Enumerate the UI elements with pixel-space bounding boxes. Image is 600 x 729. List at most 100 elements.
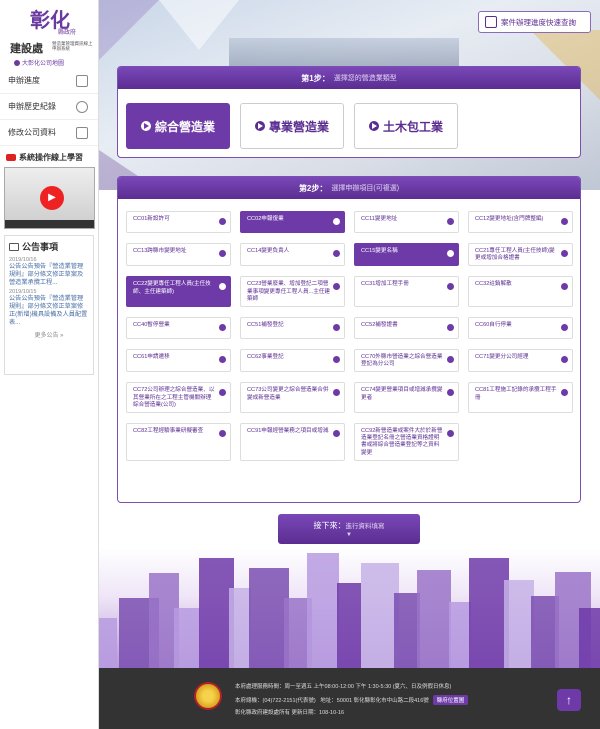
sidebar-item-history[interactable]: 申辦歷史紀錄 xyxy=(0,94,98,120)
check-icon xyxy=(447,356,454,364)
company-map-link[interactable]: 大彰化公司地圖 xyxy=(14,58,64,67)
logo-county: 縣政府 xyxy=(58,30,77,36)
building-icon xyxy=(76,126,88,139)
check-icon xyxy=(333,430,340,438)
county-emblem-icon xyxy=(194,682,222,710)
logo-subtitle: 營造業管理資訊線上申辦系統 xyxy=(52,41,93,51)
check-icon xyxy=(333,324,340,332)
building-shape xyxy=(337,583,361,668)
step1-panel: 第1步： 選擇您的營造業類型 綜合營造業 專業營造業 土木包工業 xyxy=(117,66,581,158)
service-option[interactable]: CC61申請遷移 xyxy=(126,349,231,373)
notice-panel: 公告事項 2019/10/16 公告公告預告『營造業管理規則』部分條文修正草案及… xyxy=(4,235,94,375)
type-civil-button[interactable]: 土木包工業 xyxy=(354,103,458,149)
sidebar-item-company[interactable]: 修改公司資料 xyxy=(0,120,98,146)
check-icon xyxy=(561,356,568,364)
youtube-icon xyxy=(6,154,16,161)
check-icon xyxy=(447,389,454,397)
footer-copyright: 彰化縣政府建設處所有 更新日期：108-10-16 xyxy=(235,710,345,716)
play-icon[interactable]: ▶ xyxy=(40,186,64,210)
step1-header: 第1步： 選擇您的營造業類型 xyxy=(118,67,580,89)
check-icon xyxy=(447,250,454,257)
building-shape xyxy=(504,580,534,668)
service-option[interactable]: CC70外縣市營造業之綜合營造業登記為分公司 xyxy=(354,349,459,373)
history-icon xyxy=(76,100,88,113)
service-option[interactable]: CC60自行停業 xyxy=(468,317,573,340)
building-shape xyxy=(417,570,451,668)
check-icon xyxy=(333,283,340,291)
building-shape xyxy=(174,608,200,668)
service-option[interactable]: CC14變更負責人 xyxy=(240,243,345,267)
service-option[interactable]: CC74變更營業項目或增減承攬變更者 xyxy=(354,382,459,414)
check-icon xyxy=(219,430,226,438)
building-shape xyxy=(249,568,289,668)
step2-panel: 第2步： 選擇申辦項目(可複選) CC01新設許可 CC02申報復業 CC11變更地址… xyxy=(117,176,581,503)
service-option[interactable]: CC31增加工程手冊 xyxy=(354,276,459,308)
check-icon xyxy=(219,389,226,397)
building-shape xyxy=(229,588,251,668)
megaphone-icon xyxy=(9,242,19,251)
building-shape xyxy=(99,618,117,668)
check-icon xyxy=(219,218,226,225)
type-general-button[interactable]: 綜合營造業 xyxy=(126,103,230,149)
service-option[interactable]: CC01新設許可 xyxy=(126,211,231,233)
building-shape xyxy=(307,553,339,668)
service-option[interactable]: CC62事業登記 xyxy=(240,349,345,373)
back-to-top-button[interactable]: ↑ xyxy=(557,689,581,711)
check-icon xyxy=(561,283,568,291)
service-option[interactable]: CC11變更地址 xyxy=(354,211,459,233)
service-option[interactable]: CC82工程經驗事業研擬審查 xyxy=(126,423,231,461)
quick-progress-search-button[interactable]: 案件辦理進度快速查詢 xyxy=(478,11,591,33)
service-option[interactable]: CC51補發登記 xyxy=(240,317,345,340)
check-icon xyxy=(219,283,226,291)
service-option[interactable]: CC92新營造業或案件大於於新營造業登記名冊之營造業資格證明書或將綜合營造業登記… xyxy=(354,423,459,461)
service-option[interactable]: CC23營業廢業、增加登記二項營業事項變更專任工程人員...主任建築師 xyxy=(240,276,345,308)
check-icon xyxy=(333,389,340,397)
check-icon xyxy=(333,250,340,257)
notice-link[interactable]: 公告公告預告『營造業管理規則』部分條文修正草案修正(新增)機具設備及人員配置表.… xyxy=(9,295,89,327)
step2-header: 第2步： 選擇申辦項目(可複選) xyxy=(118,177,580,199)
play-circle-icon xyxy=(254,121,265,131)
notice-link[interactable]: 公告公告預告『營造業管理規則』部分條文修正草案及營造業承攬工程... xyxy=(9,263,89,287)
service-grid: CC01新設許可 CC02申報復業 CC11變更地址 CC12變更地址(含門牌整編) C… xyxy=(118,199,580,471)
tutorial-video[interactable]: ▶ xyxy=(4,167,95,229)
service-option[interactable]: CC32註銷解散 xyxy=(468,276,573,308)
check-icon xyxy=(561,250,568,257)
sidebar: 彰化 縣政府 建設處 營造業管理資訊線上申辦系統 大彰化公司地圖 申辦進度 申辦… xyxy=(0,0,99,729)
check-icon xyxy=(447,324,454,332)
check-icon xyxy=(561,389,568,397)
service-option[interactable]: CC81工程施工記錄的承攬工程手冊 xyxy=(468,382,573,414)
building-shape xyxy=(579,608,600,668)
check-icon xyxy=(219,324,226,332)
check-icon xyxy=(447,218,454,225)
service-option[interactable]: CC21專任工程人員(主任技師)變更或增加合格證書 xyxy=(468,243,573,267)
copy-icon xyxy=(76,74,88,87)
service-option[interactable]: CC52補發證書 xyxy=(354,317,459,340)
check-icon xyxy=(447,430,454,438)
next-step-button[interactable]: 接下來：進行資料填寫 ▼ xyxy=(278,514,420,544)
service-option[interactable]: CC12變更地址(含門牌整編) xyxy=(468,211,573,233)
site-logo[interactable]: 彰化 縣政府 建設處 營造業管理資訊線上申辦系統 大彰化公司地圖 xyxy=(0,0,98,68)
search-document-icon xyxy=(485,16,497,28)
service-option[interactable]: CC72公司辦理之綜合營造業、以其營業所在之工程主管機關辦理綜合營造業(公司) xyxy=(126,382,231,414)
city-skyline xyxy=(99,548,600,668)
check-icon xyxy=(447,283,454,291)
check-icon xyxy=(561,324,568,332)
service-option[interactable]: CC91申報經營業務之項目或增減 xyxy=(240,423,345,461)
sidebar-item-progress[interactable]: 申辦進度 xyxy=(0,68,98,94)
map-location-button[interactable]: 縣府位置圖 xyxy=(432,695,469,705)
type-specialty-button[interactable]: 專業營造業 xyxy=(240,103,344,149)
service-option[interactable]: CC71變更分公司經理 xyxy=(468,349,573,373)
service-option[interactable]: CC13跨縣市變更地址 xyxy=(126,243,231,267)
check-icon xyxy=(333,356,340,364)
service-option[interactable]: CC73公司變更之綜合營造業合併變成新營造業 xyxy=(240,382,345,414)
logo-bureau: 建設處 xyxy=(10,43,43,55)
service-option[interactable]: CC40暫停營業 xyxy=(126,317,231,340)
footer-contact: 本府總機：(04)722-2151(代表號) 地址：50001 彰化縣彰化市中山… xyxy=(235,695,469,705)
play-circle-icon xyxy=(368,121,379,131)
service-option[interactable]: CC02申報復業 xyxy=(240,211,345,233)
video-controls[interactable] xyxy=(5,220,94,228)
notice-more-link[interactable]: 更多公告 » xyxy=(9,330,89,339)
service-option[interactable]: CC15變更名稱 xyxy=(354,243,459,267)
location-pin-icon xyxy=(14,60,20,66)
service-option[interactable]: CC22變更專任工程人員(主任技師、主任建築師) xyxy=(126,276,231,308)
